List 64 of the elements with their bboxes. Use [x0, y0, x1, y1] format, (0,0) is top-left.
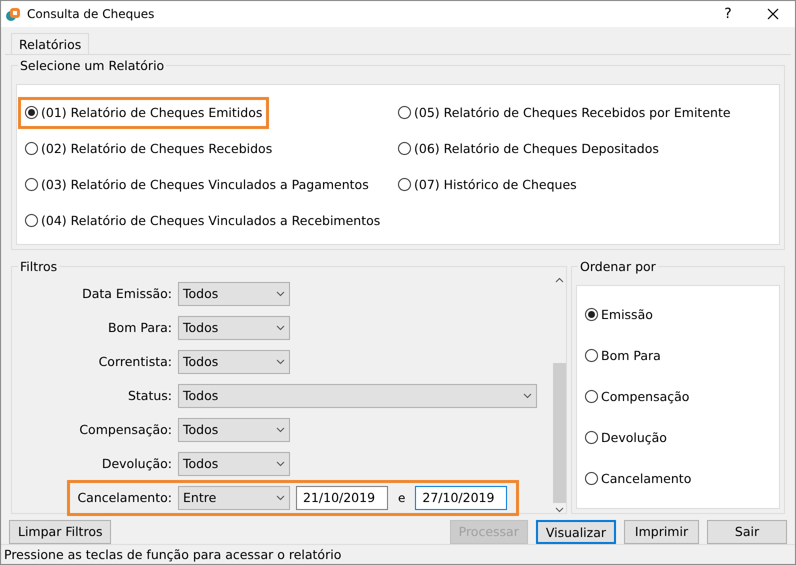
radio-label: Bom Para	[601, 348, 661, 364]
scroll-up-icon[interactable]	[554, 276, 564, 283]
radio-label: (06) Relatório de Cheques Depositados	[414, 141, 659, 156]
chevron-icon	[276, 494, 285, 501]
field-label: Status:	[126, 388, 172, 404]
radio-button[interactable]	[585, 308, 598, 322]
scroll-down-icon[interactable]	[554, 506, 564, 513]
group-title: Filtros	[18, 258, 60, 274]
chevron-icon	[276, 324, 285, 331]
radio-button[interactable]	[398, 142, 411, 156]
radio-button[interactable]	[585, 472, 598, 486]
radio-label: (07) Histórico de Cheques	[414, 177, 577, 192]
radio-label: Compensação	[601, 389, 690, 404]
dropdown[interactable]: Todos	[178, 418, 290, 442]
chevron-icon	[276, 290, 285, 297]
dropdown[interactable]: Todos	[178, 384, 537, 408]
group-title: Ordenar por	[578, 258, 658, 274]
group-title: Selecione um Relatório	[18, 58, 166, 73]
action-button[interactable]: Visualizar	[536, 520, 616, 544]
radio-label: (04) Relatório de Cheques Vinculados a Recebimentos	[41, 213, 380, 228]
field-label: Devolução:	[100, 456, 172, 472]
radio-label: Devolução	[601, 430, 667, 446]
action-button[interactable]: Sair	[707, 520, 787, 544]
radio-button[interactable]	[585, 390, 598, 404]
radio-button[interactable]	[25, 214, 38, 228]
radio-button[interactable]	[25, 142, 38, 156]
dropdown[interactable]: Todos	[178, 350, 290, 374]
chevron-icon	[523, 392, 532, 399]
separator-text: e	[397, 490, 406, 506]
field-label: Data Emissão:	[81, 286, 172, 302]
app-icon	[5, 6, 21, 22]
help-button[interactable]: ?	[705, 6, 751, 22]
radio-label: (01) Relatório de Cheques Emitidos	[41, 105, 262, 120]
radio-label: Cancelamento	[601, 471, 692, 486]
chevron-icon	[276, 358, 285, 365]
status-bar: Pressione as teclas de função para acessar o relatório	[1, 544, 795, 564]
radio-button[interactable]	[25, 178, 38, 192]
radio-button[interactable]	[25, 106, 38, 120]
dropdown[interactable]: Entre	[178, 486, 290, 510]
field-label: Compensação:	[78, 422, 172, 438]
chevron-icon	[276, 426, 285, 433]
radio-button[interactable]	[585, 431, 598, 444]
radio-button[interactable]	[398, 106, 411, 120]
radio-label: (03) Relatório de Cheques Vinculados a Pagamentos	[41, 177, 369, 192]
dropdown[interactable]: Todos	[178, 452, 290, 476]
dropdown[interactable]: Todos	[178, 316, 290, 340]
action-button[interactable]: Limpar Filtros	[9, 520, 112, 544]
radio-button[interactable]	[398, 178, 411, 192]
radio-label: Emissão	[601, 307, 653, 322]
field-label: Bom Para:	[106, 320, 172, 336]
dropdown[interactable]: Todos	[178, 282, 290, 306]
action-button[interactable]: Imprimir	[624, 520, 699, 544]
window-title: Consulta de Cheques	[27, 6, 154, 22]
radio-label: (02) Relatório de Cheques Recebidos	[41, 141, 272, 156]
tab[interactable]: Relatórios	[11, 32, 90, 55]
radio-button[interactable]	[585, 349, 598, 362]
scrollbar[interactable]	[552, 276, 566, 513]
field-label: Cancelamento:	[76, 490, 172, 506]
date-field[interactable]: 21/10/2019	[296, 486, 388, 510]
date-field[interactable]: 27/10/2019	[415, 486, 508, 510]
field-label: Correntista:	[98, 354, 172, 370]
radio-label: (05) Relatório de Cheques Recebidos por Emitente	[414, 105, 731, 120]
chevron-icon	[276, 460, 285, 467]
close-icon[interactable]	[767, 8, 779, 20]
